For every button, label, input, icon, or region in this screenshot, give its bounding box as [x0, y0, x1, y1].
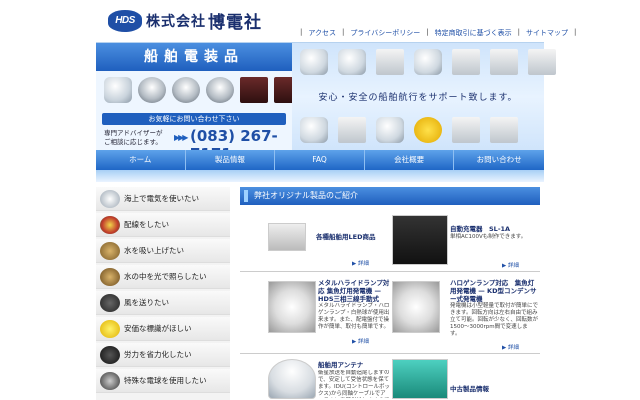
hero-banner: 船舶電装品 お気軽にお問い合わせ下さい 専門アドバイザーが ご相談に応じます。 …	[96, 42, 556, 163]
sidebar-item-electricity[interactable]: 海上で電気を使いたい	[96, 187, 230, 211]
site-header: HDS 株式会社 博電社 | アクセス | プライバシーポリシー | 特定商取引…	[0, 0, 640, 42]
charger-product-image[interactable]	[392, 215, 448, 265]
company-prefix: 株式会社	[146, 13, 206, 30]
sidebar: 海上で電気を使いたい 配線をしたい 水を吸い上げたい 水の中を光で照らしたい 風…	[96, 187, 230, 400]
card-text-metal-halide: メタルハライドランプ・ハロゲンランプ・白熱球が使用出来ます。また、配電盤付で操作…	[318, 303, 390, 330]
switch-icon	[452, 117, 480, 143]
cable-icon	[100, 215, 120, 234]
banner-right: 安心・安全の船舶航行をサポート致します。	[292, 43, 556, 151]
card-text-antenna: 衛星放送を自動追尾しますので、安定して受信状態を保てます。IDU(コントロールボ…	[318, 370, 390, 397]
panel-icon	[528, 49, 556, 75]
meter-icon	[490, 49, 518, 75]
bulb-icon	[206, 77, 234, 103]
sidebar-item-wiring[interactable]: 配線をしたい	[96, 213, 230, 237]
company-name: 博電社	[208, 13, 262, 33]
advisor-text: 専門アドバイザーが ご相談に応じます。	[104, 129, 163, 146]
device-icon	[452, 49, 480, 75]
nav-company[interactable]: 会社概要	[365, 150, 455, 170]
used-products-image[interactable]	[392, 359, 448, 399]
pump-icon	[376, 117, 404, 143]
sidebar-item-special-bulb[interactable]: 特殊な電球を使用したい	[96, 369, 230, 393]
winch-icon	[100, 345, 120, 364]
fan-icon	[100, 293, 120, 312]
sidebar-item-underwater-light[interactable]: 水の中を光で照らしたい	[96, 265, 230, 289]
controller-icon	[490, 117, 518, 143]
sidebar-item-marker[interactable]: 安価な標識がほしい	[96, 317, 230, 341]
searchlight-icon	[172, 77, 200, 103]
link-sitemap[interactable]: サイトマップ	[526, 28, 568, 40]
card-title-used[interactable]: 中古製品情報	[450, 385, 538, 393]
antenna-icon	[104, 77, 132, 103]
floodlight-icon	[300, 117, 328, 143]
nav-faq[interactable]: FAQ	[275, 150, 365, 170]
top-links: | アクセス | プライバシーポリシー | 特定商取引に基づく表示 | サイトマ…	[294, 28, 582, 40]
lamp-icon	[138, 77, 166, 103]
company-logo[interactable]: HDS 株式会社 博電社	[108, 8, 262, 33]
metal-halide-generator-image[interactable]	[268, 281, 316, 333]
buoy-icon	[100, 319, 120, 338]
card-text-charger: 単相AC100Vも制作できます。	[450, 234, 527, 240]
card-title-led[interactable]: 各種船舶用LED商品	[316, 233, 388, 241]
arrows-icon: ▶▶▶	[174, 133, 189, 142]
hds-logo-icon: HDS	[108, 9, 142, 32]
nav-contact[interactable]: お問い合わせ	[454, 150, 544, 170]
card-title-charger[interactable]: 自動充電器 SL-1A	[450, 225, 538, 233]
detail-link-metal-halide[interactable]: 詳細	[352, 337, 369, 345]
sidebar-item-labor-saving[interactable]: 労力を省力化したい	[96, 343, 230, 367]
detail-link-halogen[interactable]: 詳細	[502, 343, 519, 351]
nav-products[interactable]: 製品情報	[186, 150, 276, 170]
link-commercial-law[interactable]: 特定商取引に基づく表示	[435, 28, 512, 40]
halogen-generator-image[interactable]	[392, 281, 440, 333]
control-panel-icon	[240, 77, 268, 103]
banner-left: 船舶電装品 お気軽にお問い合わせ下さい 専門アドバイザーが ご相談に応じます。 …	[96, 43, 302, 163]
main-content: 弊社オリジナル製品のご紹介 各種船舶用LED商品 詳細 自動充電器 SL-1A …	[240, 187, 540, 400]
banner-products	[104, 77, 302, 103]
nav-home[interactable]: ホーム	[96, 150, 186, 170]
section-heading: 弊社オリジナル製品のご紹介	[240, 187, 540, 205]
generator-icon	[376, 49, 404, 75]
buoy-icon	[414, 117, 442, 143]
card-title-antenna[interactable]: 船舶用アンテナ	[318, 361, 390, 369]
sidebar-item-fan[interactable]: 風を送りたい	[96, 291, 230, 315]
card-text-halogen: 発電機は小型軽量で取付が簡単にできます。回転方向は左右自由で組み立て可能。回転が…	[450, 303, 539, 337]
link-access[interactable]: アクセス	[308, 28, 336, 40]
banner-title: 船舶電装品	[96, 43, 292, 71]
banner-tagline: 安心・安全の船舶航行をサポート致します。	[318, 93, 518, 103]
sidebar-item-pump[interactable]: 水を吸い上げたい	[96, 239, 230, 263]
led-product-image[interactable]	[268, 223, 306, 251]
card-title-metal-halide[interactable]: メタルハライドランプ対応 集魚灯用発電機 — HDS三相三線手動式	[318, 279, 390, 303]
bulb-icon	[100, 371, 120, 390]
torch-icon	[338, 117, 366, 143]
radome-icon	[100, 189, 120, 208]
link-privacy[interactable]: プライバシーポリシー	[350, 28, 420, 40]
detail-link-charger[interactable]: 詳細	[502, 261, 519, 269]
main-nav: ホーム 製品情報 FAQ 会社概要 お問い合わせ	[96, 150, 544, 170]
radome-icon	[300, 49, 328, 75]
pump-icon	[100, 241, 120, 260]
contact-label: お気軽にお問い合わせ下さい	[102, 113, 286, 125]
dome-icon	[338, 49, 366, 75]
card-title-halogen[interactable]: ハロゲンランプ対応 集魚灯用発電機 — KD型コンデンサー式発電機	[450, 279, 538, 303]
underwater-light-icon	[100, 267, 120, 286]
nav-gradient	[96, 170, 544, 182]
detail-link-led[interactable]: 詳細	[352, 259, 369, 267]
antenna-product-image[interactable]	[268, 359, 316, 399]
lamp-icon	[414, 49, 442, 75]
